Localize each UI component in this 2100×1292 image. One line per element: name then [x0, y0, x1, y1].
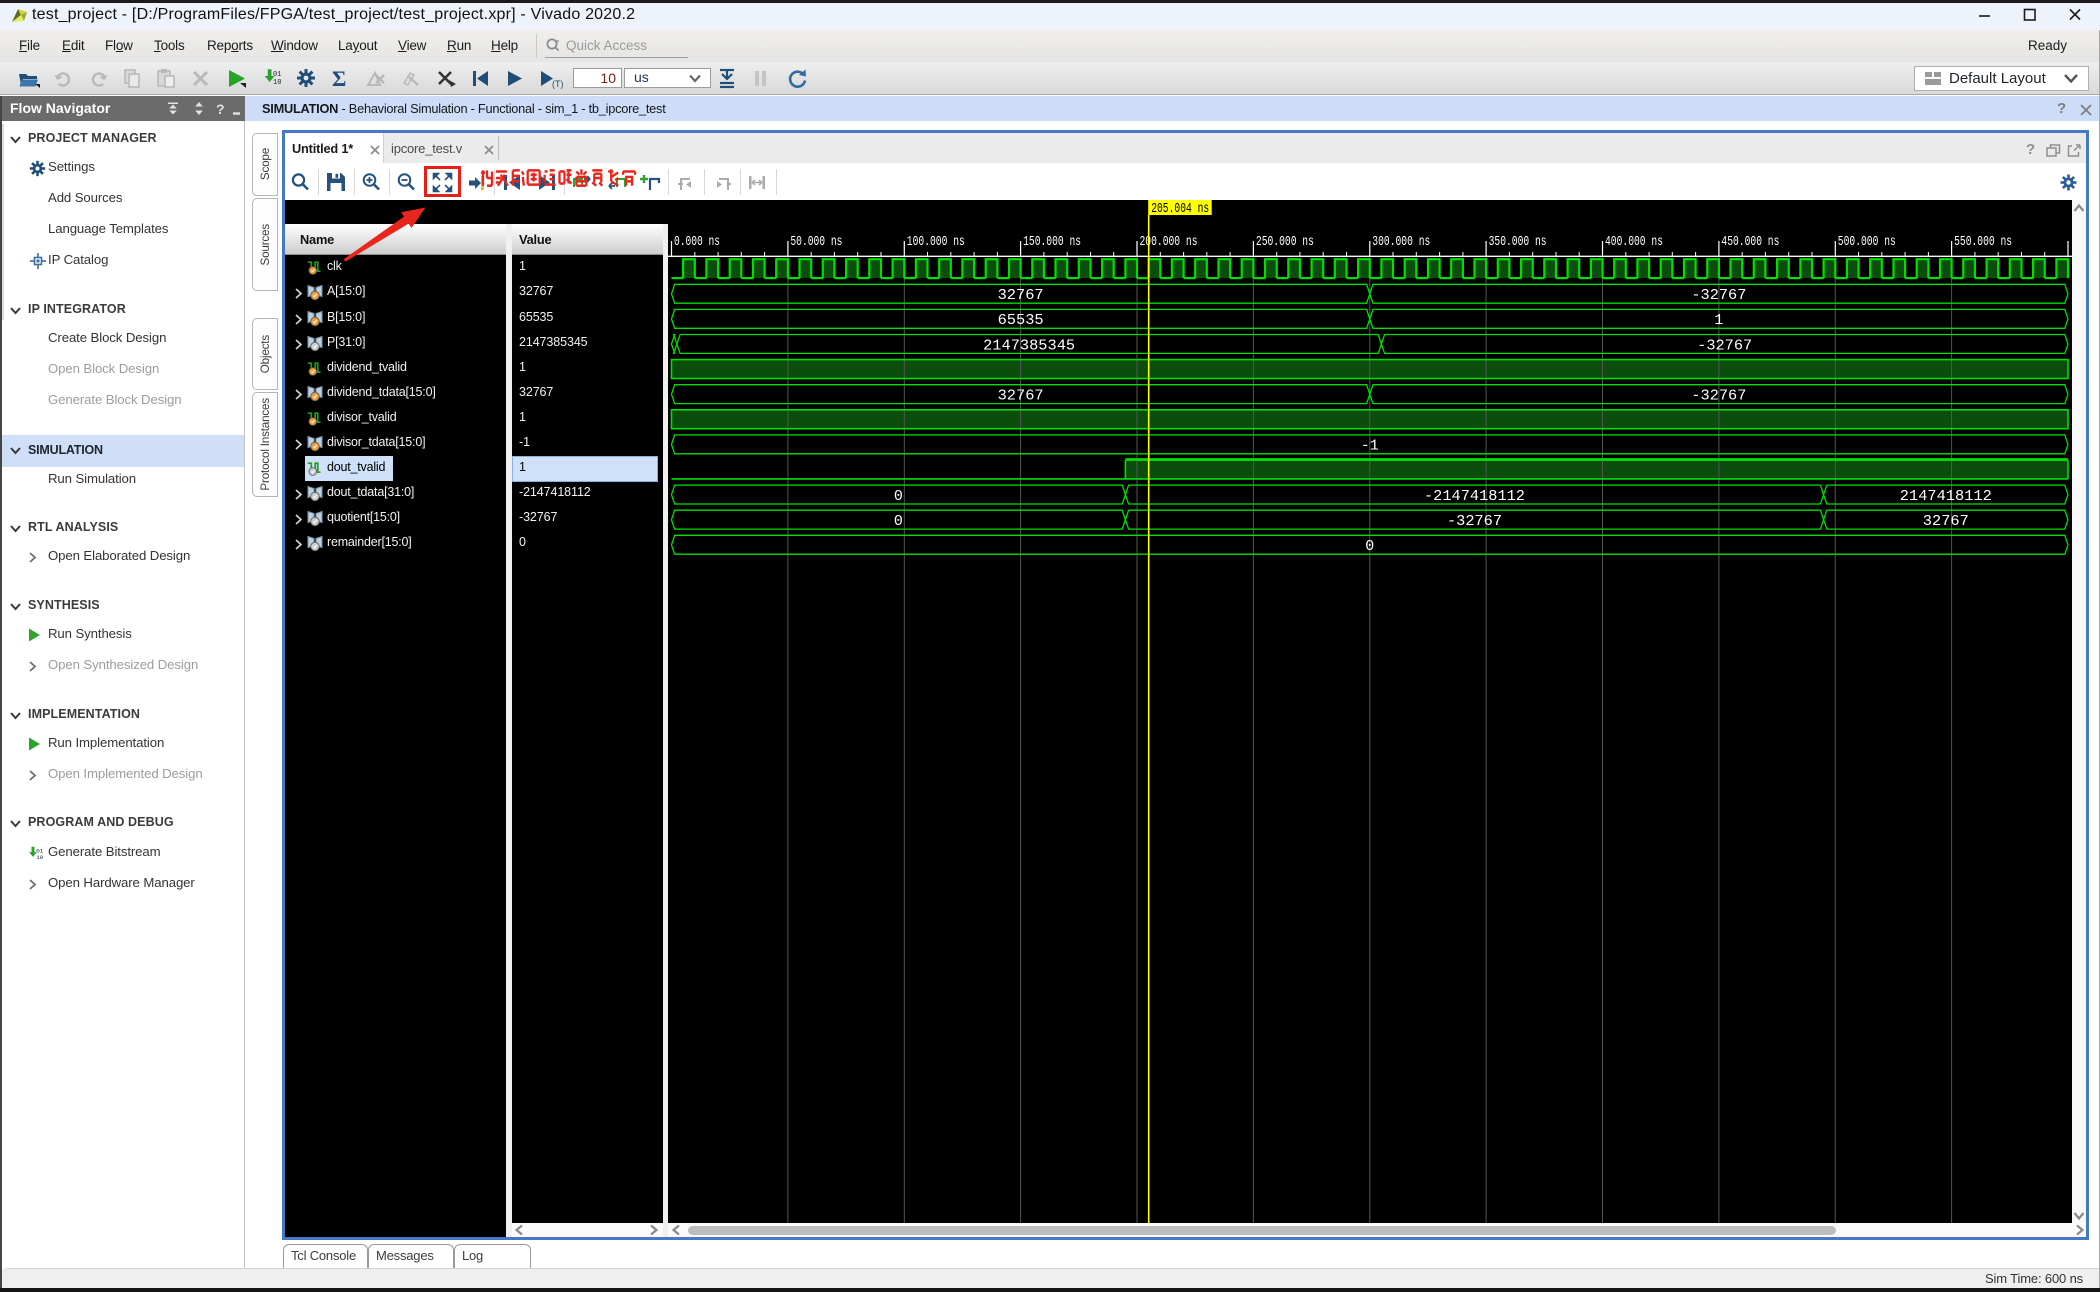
svg-text:450.000 ns: 450.000 ns [1721, 235, 1779, 250]
svg-text:-2147418112: -2147418112 [1424, 487, 1525, 504]
svg-text:205.004 ns: 205.004 ns [1151, 201, 1209, 216]
svg-text:?: ? [216, 101, 225, 116]
svg-text:10: 10 [36, 854, 44, 861]
svg-text:-32767: -32767 [1691, 287, 1746, 304]
svg-text:65535: 65535 [998, 312, 1044, 329]
svg-text:(T): (T) [552, 79, 564, 89]
svg-text:0: 0 [894, 513, 903, 530]
svg-text:-32767: -32767 [1697, 337, 1752, 354]
svg-text:2147385345: 2147385345 [983, 337, 1075, 354]
svg-text:0: 0 [894, 487, 903, 504]
svg-text:0.000 ns: 0.000 ns [674, 235, 720, 250]
svg-text:32767: 32767 [1923, 513, 1969, 530]
svg-text:2147418112: 2147418112 [1900, 487, 1992, 504]
svg-text:100.000 ns: 100.000 ns [907, 235, 965, 250]
svg-text:350.000 ns: 350.000 ns [1489, 235, 1547, 250]
svg-text:400.000 ns: 400.000 ns [1605, 235, 1663, 250]
svg-text:-1: -1 [1361, 437, 1379, 454]
svg-text:-32767: -32767 [1691, 387, 1746, 404]
svg-text:300.000 ns: 300.000 ns [1372, 235, 1430, 250]
svg-text:1: 1 [1714, 312, 1723, 329]
svg-text:-32767: -32767 [1447, 513, 1502, 530]
svg-text:500.000 ns: 500.000 ns [1838, 235, 1896, 250]
svg-text:32767: 32767 [998, 387, 1044, 404]
svg-text:150.000 ns: 150.000 ns [1023, 235, 1081, 250]
svg-text:50.000 ns: 50.000 ns [790, 235, 842, 250]
svg-text:32767: 32767 [998, 287, 1044, 304]
svg-text:250.000 ns: 250.000 ns [1256, 235, 1314, 250]
svg-text:0: 0 [1365, 538, 1374, 555]
svg-text:Σ: Σ [332, 67, 346, 89]
svg-text:01: 01 [273, 71, 281, 79]
svg-text:550.000 ns: 550.000 ns [1954, 235, 2012, 250]
svg-text:10: 10 [273, 79, 281, 87]
